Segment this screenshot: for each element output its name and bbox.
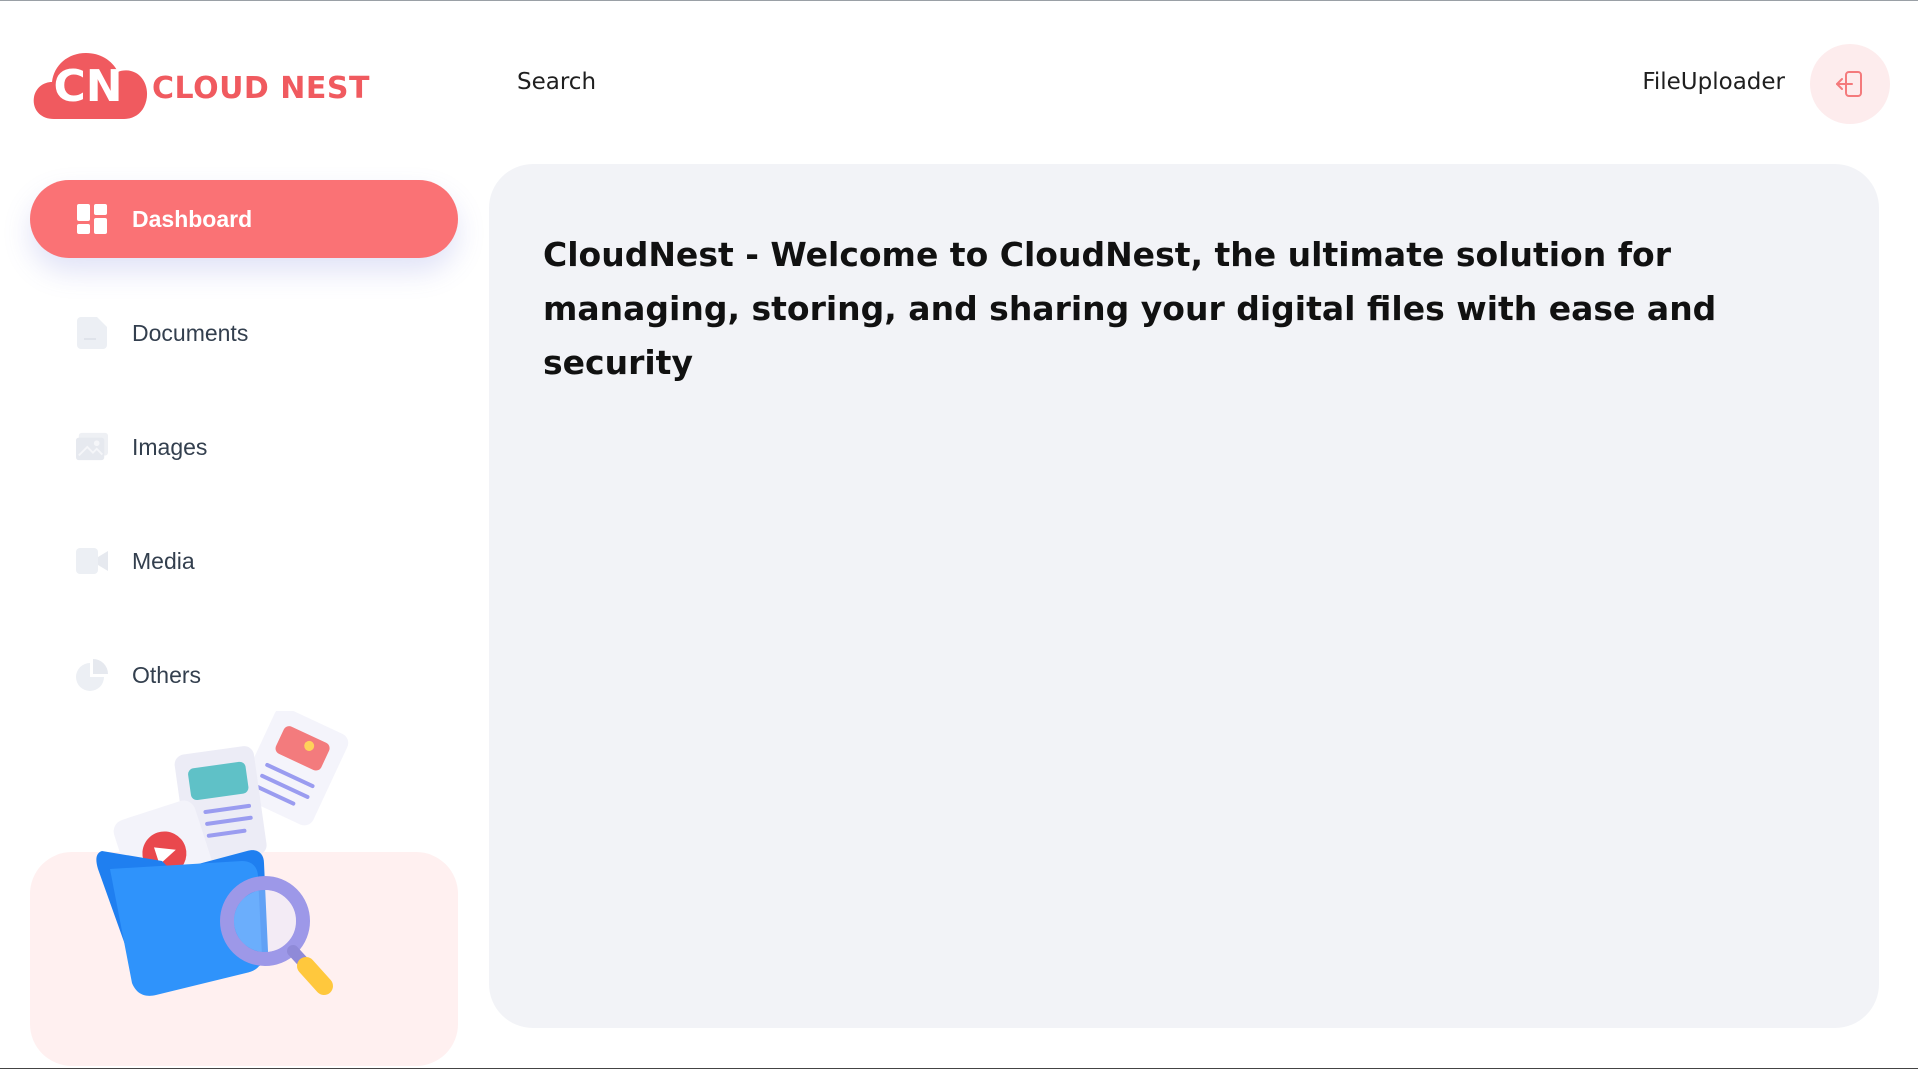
image-icon bbox=[76, 431, 108, 463]
logout-icon bbox=[1836, 71, 1862, 97]
app-page: CN CLOUD NEST Search FileUploader Dashbo… bbox=[0, 0, 1918, 1069]
user-name: FileUploader bbox=[1642, 69, 1785, 95]
sidebar-item-dashboard[interactable]: Dashboard bbox=[30, 180, 458, 258]
welcome-heading: CloudNest - Welcome to CloudNest, the ul… bbox=[543, 235, 1717, 382]
sidebar-item-label: Others bbox=[132, 661, 202, 688]
sidebar-item-label: Images bbox=[132, 433, 208, 460]
dashboard-icon bbox=[76, 203, 108, 235]
logo-monogram: CN bbox=[53, 61, 122, 112]
sidebar-item-images[interactable]: Images bbox=[30, 408, 458, 486]
brand-name: CLOUD NEST bbox=[152, 70, 370, 106]
sidebar-item-documents[interactable]: Documents bbox=[30, 294, 458, 372]
search-input[interactable]: Search bbox=[517, 69, 596, 95]
cloud-logo-icon: CN bbox=[33, 53, 148, 119]
sidebar-item-label: Media bbox=[132, 547, 195, 574]
sidebar-item-label: Documents bbox=[132, 319, 249, 346]
brand-logo[interactable]: CN CLOUD NEST bbox=[32, 45, 370, 121]
logout-button[interactable] bbox=[1810, 44, 1890, 124]
sidebar-nav: Dashboard Documents Images Media Others bbox=[30, 180, 458, 750]
folder-search-illustration bbox=[96, 711, 349, 996]
sidebar-item-label: Dashboard bbox=[132, 205, 253, 232]
main-content: CloudNest - Welcome to CloudNest, the ul… bbox=[489, 164, 1879, 1028]
pie-chart-icon bbox=[76, 659, 108, 691]
sidebar-item-media[interactable]: Media bbox=[30, 522, 458, 600]
sidebar-item-others[interactable]: Others bbox=[30, 636, 458, 714]
document-icon bbox=[76, 317, 108, 349]
video-icon bbox=[76, 545, 108, 577]
